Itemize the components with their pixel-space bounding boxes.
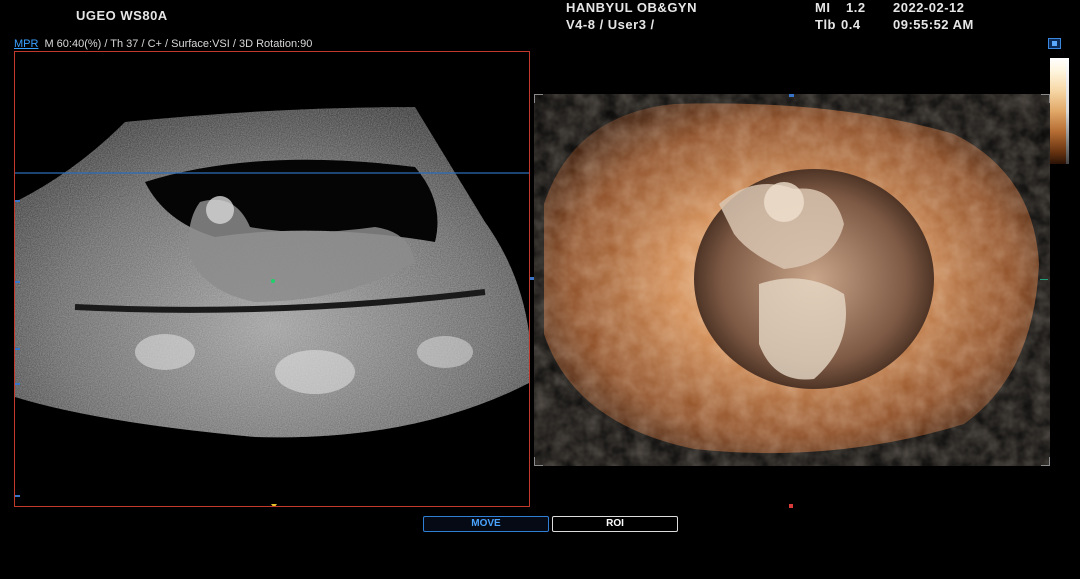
- colorbar: [1050, 58, 1066, 164]
- device-model: UGEO WS80A: [76, 8, 168, 23]
- render-3d-panel[interactable]: [534, 94, 1050, 466]
- render-3d-image: [544, 103, 1039, 454]
- colorbar-grayscale: [1066, 58, 1069, 164]
- probe-preset: V4-8 / User3 /: [566, 17, 655, 32]
- bmode-image: [15, 107, 529, 506]
- scan-parameters: M 60:40(%) / Th 37 / C+ / Surface:VSI / …: [44, 38, 313, 50]
- render-top-marker: [789, 94, 794, 97]
- mpr-center-marker[interactable]: [271, 279, 275, 283]
- roi-button[interactable]: ROI: [552, 516, 678, 532]
- render-bottom-marker: [789, 504, 793, 508]
- institution-name: HANBYUL OB&GYN: [566, 0, 697, 15]
- tib-value: 0.4: [841, 17, 861, 32]
- exam-date: 2022-02-12: [893, 0, 965, 15]
- mi-label: MI: [815, 0, 831, 15]
- tib-label: Tlb: [815, 17, 836, 32]
- settings-icon[interactable]: [1048, 38, 1061, 49]
- mpr-mode-label[interactable]: MPR: [14, 38, 38, 50]
- mi-value: 1.2: [846, 0, 866, 15]
- exam-time: 09:55:52 AM: [893, 17, 974, 32]
- mpr-image-panel[interactable]: [14, 51, 530, 507]
- mode-bar: MPR M 60:40(%) / Th 37 / C+ / Surface:VSI…: [14, 38, 312, 50]
- render-side-marker: [1040, 279, 1048, 280]
- move-button[interactable]: MOVE: [423, 516, 549, 532]
